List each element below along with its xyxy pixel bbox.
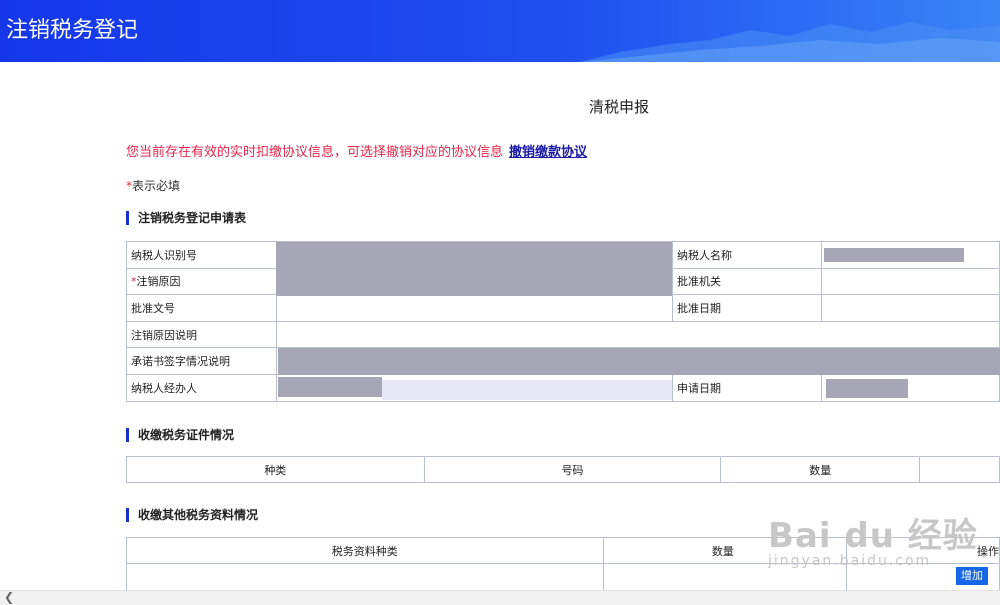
required-note: *表示必填 [126,177,180,194]
taxpayer-name-label: 纳税人名称 [672,241,822,269]
warning-message: 您当前存在有效的实时扣缴协议信息，可选择撤销对应的协议信息 撤销缴款协议 [126,141,587,160]
chevron-left-icon[interactable]: ❮ [4,590,14,604]
agent-input-highlight [382,380,672,400]
redacted-agent [278,377,382,397]
certificates-table: 种类 号码 数量 [126,456,1000,483]
header-title: 注销税务登记 [6,18,139,43]
mountain-decoration-icon [580,22,1000,62]
baidu-watermark: Bai du 经验 jingyan.baidu.com [768,508,978,569]
approve-org-field[interactable] [821,267,1000,296]
required-note-text: 表示必填 [132,179,181,193]
approve-doc-field[interactable] [276,294,673,322]
redacted-commitment [278,348,1000,375]
docs-row-type[interactable] [126,563,604,594]
agent-label: 纳税人经办人 [126,373,277,402]
approve-doc-label: 批准文号 [126,294,277,322]
apply-date-label: 申请日期 [672,373,822,402]
cert-header-type: 种类 [126,456,425,483]
warning-text: 您当前存在有效的实时扣缴协议信息，可选择撤销对应的协议信息 [126,145,504,160]
docs-header-type: 税务资料种类 [126,537,604,564]
redacted-taxpayer-name [824,248,964,262]
section-title-certificates: 收缴税务证件情况 [126,428,234,442]
watermark-main: Bai du 经验 [768,516,978,556]
horizontal-scrollbar[interactable]: ❮ [0,590,1000,605]
taxpayer-id-label: 纳税人识别号 [126,241,277,269]
cancel-reason-label: *注销原因 [126,267,277,296]
commitment-label: 承诺书签字情况说明 [126,347,277,375]
cert-header-number: 号码 [423,456,722,483]
approve-date-field[interactable] [821,294,1000,322]
reason-desc-label: 注销原因说明 [126,320,277,349]
section-title-other-docs: 收缴其他税务资料情况 [126,508,258,522]
approve-date-label: 批准日期 [672,294,822,322]
redacted-apply-date [826,379,908,398]
add-button[interactable]: 增加 [956,567,988,585]
page-title: 清税申报 [589,98,650,116]
reason-desc-field[interactable] [276,320,1000,349]
redacted-taxpayer-id [276,242,672,296]
cert-header-extra [919,456,1000,483]
header-banner: 注销税务登记 [0,0,1000,62]
revoke-agreement-link[interactable]: 撤销缴款协议 [509,145,587,160]
cert-header-quantity: 数量 [720,456,921,483]
section-title-application: 注销税务登记申请表 [126,211,246,225]
approve-org-label: 批准机关 [672,267,822,296]
